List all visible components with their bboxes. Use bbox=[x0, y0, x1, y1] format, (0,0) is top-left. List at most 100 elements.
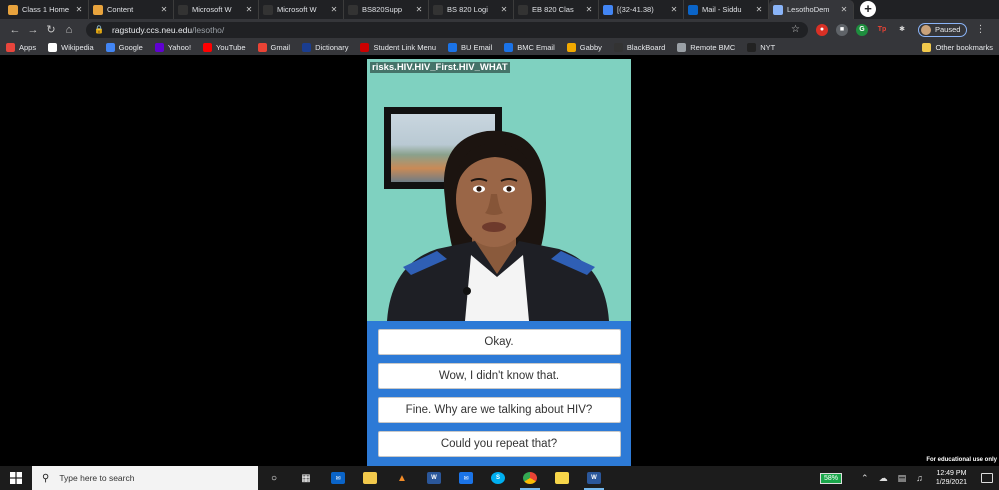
cortana-icon[interactable]: ○ bbox=[258, 466, 290, 490]
bookmark-star-icon[interactable]: ☆ bbox=[791, 24, 800, 35]
bookmark-item[interactable]: Dictionary bbox=[302, 43, 348, 52]
skype-icon[interactable]: S bbox=[482, 466, 514, 490]
virtual-agent-app: risks.HIV.HIV_First.HIV_WHAT Okay. Wow, … bbox=[367, 59, 631, 466]
folder-icon bbox=[922, 43, 932, 52]
task-view-icon[interactable]: ▦ bbox=[290, 466, 322, 490]
extension-red-icon[interactable]: ● bbox=[816, 23, 828, 36]
yahoo-icon bbox=[154, 43, 164, 52]
browser-tab[interactable]: Content ✕ bbox=[89, 0, 174, 19]
notifications-icon[interactable] bbox=[981, 473, 993, 483]
windows-start-icon[interactable] bbox=[0, 466, 32, 490]
system-tray: 58% ⌃ ☁ ▤ ♫ 12:49 PM 1/29/2021 bbox=[820, 469, 999, 487]
reload-icon[interactable]: ↻ bbox=[42, 23, 60, 36]
tab-close-icon[interactable]: ✕ bbox=[329, 5, 339, 14]
tab-close-icon[interactable]: ✕ bbox=[499, 5, 509, 14]
browser-tab[interactable]: BS 820 Logi ✕ bbox=[429, 0, 514, 19]
bookmark-item[interactable]: Gabby bbox=[566, 43, 602, 52]
bookmark-item[interactable]: NYT bbox=[747, 43, 775, 52]
globe-icon bbox=[773, 4, 783, 15]
bookmark-label: Student Link Menu bbox=[373, 43, 436, 52]
browser-tab[interactable]: Microsoft W ✕ bbox=[174, 0, 259, 19]
extension-green-icon[interactable]: G bbox=[856, 23, 868, 36]
browser-tab[interactable]: LesothoDem ✕ bbox=[769, 0, 854, 19]
tab-close-icon[interactable]: ✕ bbox=[584, 5, 594, 14]
extension-gray-icon[interactable]: ■ bbox=[836, 23, 848, 36]
vlc-icon[interactable]: ▲ bbox=[386, 466, 418, 490]
word-alt-icon[interactable]: W bbox=[578, 466, 610, 490]
choice-why-hiv-button[interactable]: Fine. Why are we talking about HIV? bbox=[377, 397, 621, 423]
browser-tab[interactable]: Mail - Siddu ✕ bbox=[684, 0, 769, 19]
bb-icon bbox=[518, 4, 528, 15]
tab-close-icon[interactable]: ✕ bbox=[669, 5, 679, 14]
tab-close-icon[interactable]: ✕ bbox=[414, 5, 424, 14]
extensions-puzzle-icon[interactable]: ✱ bbox=[896, 23, 908, 36]
bookmark-item[interactable]: Apps bbox=[6, 43, 36, 52]
bookmark-item[interactable]: Gmail bbox=[257, 43, 291, 52]
browser-tab[interactable]: BS820Supp ✕ bbox=[344, 0, 429, 19]
address-path: /lesotho/ bbox=[192, 24, 225, 35]
word-icon[interactable]: W bbox=[418, 466, 450, 490]
mail-app-icon[interactable]: ✉ bbox=[322, 466, 354, 490]
bb-icon bbox=[348, 4, 358, 15]
lock-icon[interactable]: 🔒 bbox=[94, 25, 104, 34]
other-bookmarks[interactable]: Other bookmarks bbox=[922, 43, 993, 52]
tab-title: Microsoft W bbox=[192, 5, 232, 14]
tab-close-icon[interactable]: ✕ bbox=[754, 5, 764, 14]
dictionary-icon bbox=[302, 43, 312, 52]
address-bar[interactable]: 🔒 ragstudy.ccs.neu.edu/lesotho/ ☆ bbox=[86, 21, 808, 38]
battery-indicator[interactable]: 58% bbox=[820, 472, 843, 484]
bookmark-item[interactable]: Yahoo! bbox=[154, 43, 191, 52]
browser-tab[interactable]: [(32-41.38) ✕ bbox=[599, 0, 684, 19]
bookmark-item[interactable]: Remote BMC bbox=[677, 43, 735, 52]
home-icon[interactable]: ⌂ bbox=[60, 24, 78, 36]
address-host: ragstudy.ccs.neu.edu bbox=[111, 24, 193, 35]
tab-title: EB 820 Clas bbox=[532, 5, 574, 14]
tab-close-icon[interactable]: ✕ bbox=[839, 5, 849, 14]
new-tab-button[interactable]: + bbox=[860, 1, 876, 17]
browser-tab[interactable]: EB 820 Clas ✕ bbox=[514, 0, 599, 19]
bookmark-item[interactable]: BlackBoard bbox=[613, 43, 665, 52]
tab-close-icon[interactable]: ✕ bbox=[74, 5, 84, 14]
sticky-notes-icon[interactable] bbox=[546, 466, 578, 490]
clock[interactable]: 12:49 PM 1/29/2021 bbox=[936, 469, 967, 487]
bookmark-item[interactable]: BMC Email bbox=[504, 43, 555, 52]
browser-tab[interactable]: Microsoft W ✕ bbox=[259, 0, 344, 19]
bookmark-label: Gabby bbox=[579, 43, 602, 52]
chrome-icon[interactable] bbox=[514, 466, 546, 490]
volume-icon[interactable]: ♫ bbox=[916, 473, 923, 483]
bookmark-item[interactable]: YouTube bbox=[203, 43, 246, 52]
agent-scene: risks.HIV.HIV_First.HIV_WHAT bbox=[367, 59, 631, 321]
bookmark-item[interactable]: Student Link Menu bbox=[360, 43, 436, 52]
clock-date: 1/29/2021 bbox=[935, 479, 967, 486]
tab-title: Microsoft W bbox=[277, 5, 317, 14]
response-choices: Okay. Wow, I didn't know that. Fine. Why… bbox=[367, 321, 631, 466]
bb-icon bbox=[178, 4, 188, 15]
profile-button[interactable]: Paused bbox=[918, 22, 968, 37]
bookmark-label: Gmail bbox=[270, 43, 291, 52]
network-icon[interactable]: ▤ bbox=[898, 473, 907, 484]
cloud-icon[interactable]: ☁ bbox=[879, 473, 888, 484]
gabby-icon bbox=[566, 43, 576, 52]
mail-alt-icon[interactable]: ✉ bbox=[450, 466, 482, 490]
bookmark-label: Wikipedia bbox=[61, 43, 94, 52]
choice-repeat-button[interactable]: Could you repeat that? bbox=[377, 431, 621, 457]
extension-tp-icon[interactable]: Tp bbox=[876, 23, 888, 36]
kebab-menu-icon[interactable]: ⋮ bbox=[975, 24, 985, 35]
choice-okay-button[interactable]: Okay. bbox=[377, 329, 621, 355]
bookmark-item[interactable]: BU Email bbox=[448, 43, 492, 52]
bookmark-item[interactable]: Wikipedia bbox=[48, 43, 94, 52]
forward-arrow-icon[interactable]: → bbox=[24, 24, 42, 36]
back-arrow-icon[interactable]: ← bbox=[6, 24, 24, 36]
file-explorer-icon[interactable] bbox=[354, 466, 386, 490]
bb-icon bbox=[263, 4, 273, 15]
browser-tab[interactable]: Class 1 Home ✕ bbox=[4, 0, 89, 19]
taskbar-search-input[interactable]: ⚲ Type here to search bbox=[32, 466, 258, 490]
apps-grid-icon bbox=[6, 43, 15, 52]
clock-time: 12:49 PM bbox=[936, 470, 967, 477]
tab-close-icon[interactable]: ✕ bbox=[244, 5, 254, 14]
bu-email-icon bbox=[448, 43, 457, 52]
tab-close-icon[interactable]: ✕ bbox=[159, 5, 169, 14]
choice-didnt-know-button[interactable]: Wow, I didn't know that. bbox=[377, 363, 621, 389]
chevron-up-icon[interactable]: ⌃ bbox=[861, 473, 869, 484]
bookmark-item[interactable]: Google bbox=[105, 43, 143, 52]
